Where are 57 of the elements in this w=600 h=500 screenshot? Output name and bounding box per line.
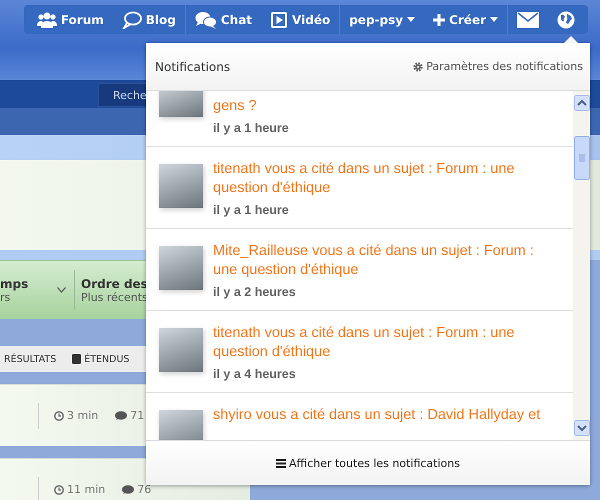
notification-time: il y a 2 heures xyxy=(213,285,297,299)
notification-text: gens ? xyxy=(213,97,258,116)
globe-icon xyxy=(557,10,575,28)
clock-icon xyxy=(54,410,64,420)
comment-icon xyxy=(122,484,134,494)
notification-item[interactable]: titenath vous a cité dans un sujet : Forum : une question d'éthique il y a 1 heure xyxy=(146,147,573,229)
filter-title: Ordre des xyxy=(81,276,148,290)
notification-time: il y a 4 heures xyxy=(213,367,297,381)
notification-item[interactable]: titenath vous a cité dans un sujet : Forum : une question d'éthique il y a 4 heures xyxy=(146,311,573,393)
list-icon xyxy=(276,458,286,468)
filter-value: Plus récents xyxy=(81,290,148,304)
avatar-photo xyxy=(159,246,203,290)
clock-icon xyxy=(54,484,64,494)
scroll-up-button[interactable] xyxy=(574,95,590,111)
notification-settings-link[interactable]: Paramètres des notifications xyxy=(413,60,583,73)
nav-link[interactable]: Forum xyxy=(28,5,113,34)
dropdown-pointer xyxy=(564,36,578,43)
scroll-down-button[interactable] xyxy=(574,420,590,436)
view-option[interactable]: RÉSULTATS xyxy=(0,354,60,364)
caret-icon xyxy=(490,17,498,22)
dropdown-title: Notifications xyxy=(155,60,230,74)
avatar-photo xyxy=(159,328,203,372)
nav-link[interactable]: Blog xyxy=(112,5,186,34)
topic-time: 3 min xyxy=(67,409,98,422)
plus-icon xyxy=(433,14,446,26)
comment-icon xyxy=(115,410,128,420)
caret-icon xyxy=(407,17,416,22)
square-icon xyxy=(72,354,82,364)
notification-text: Mite_Railleuse vous a cité dans un sujet : Forum : une question d'éthique xyxy=(213,242,535,280)
notification-time: il y a 1 heure xyxy=(213,121,289,135)
play-icon xyxy=(270,10,288,28)
chat-bubbles-icon xyxy=(194,10,217,28)
notification-item[interactable]: gens ? il y a 1 heure xyxy=(146,91,573,147)
scroll-thumb[interactable] xyxy=(574,136,590,180)
nav-menu-button[interactable]: Créer xyxy=(424,5,508,34)
reply-count: 71 xyxy=(130,409,144,422)
notification-text: shyiro vous a cité dans un sujet : David Hallyday et xyxy=(213,406,540,425)
view-option[interactable]: ÉTENDUS xyxy=(68,354,134,364)
notification-item[interactable]: Mite_Railleuse vous a cité dans un sujet : Forum : une question d'éthique il y a 2 heures xyxy=(146,229,573,311)
users-icon xyxy=(36,10,57,28)
notification-time: il y a 1 heure xyxy=(213,203,290,217)
avatar-photo xyxy=(159,91,203,117)
filter-title: mps xyxy=(0,276,28,290)
envelope-icon xyxy=(517,12,539,28)
filter-value: rs xyxy=(0,290,12,304)
notification-text: titenath vous a cité dans un sujet : Forum : une question d'éthique xyxy=(213,160,516,198)
chevron-down-icon[interactable] xyxy=(57,287,66,293)
gear-icon xyxy=(413,62,424,72)
speech-bubble-icon xyxy=(122,10,142,28)
avatar-photo xyxy=(159,164,203,208)
nav-menu-button[interactable]: pep-psy xyxy=(340,5,424,34)
nav-link[interactable]: Chat xyxy=(186,5,262,34)
reply-count: 76 xyxy=(137,483,152,496)
show-all-notifications-link[interactable]: Afficher toutes les notifications xyxy=(276,456,460,470)
nav-link[interactable]: Vidéo xyxy=(261,5,340,34)
topic-time: 11 min xyxy=(67,483,106,496)
notification-text: titenath vous a cité dans un sujet : Forum : une question d'éthique xyxy=(213,324,516,362)
